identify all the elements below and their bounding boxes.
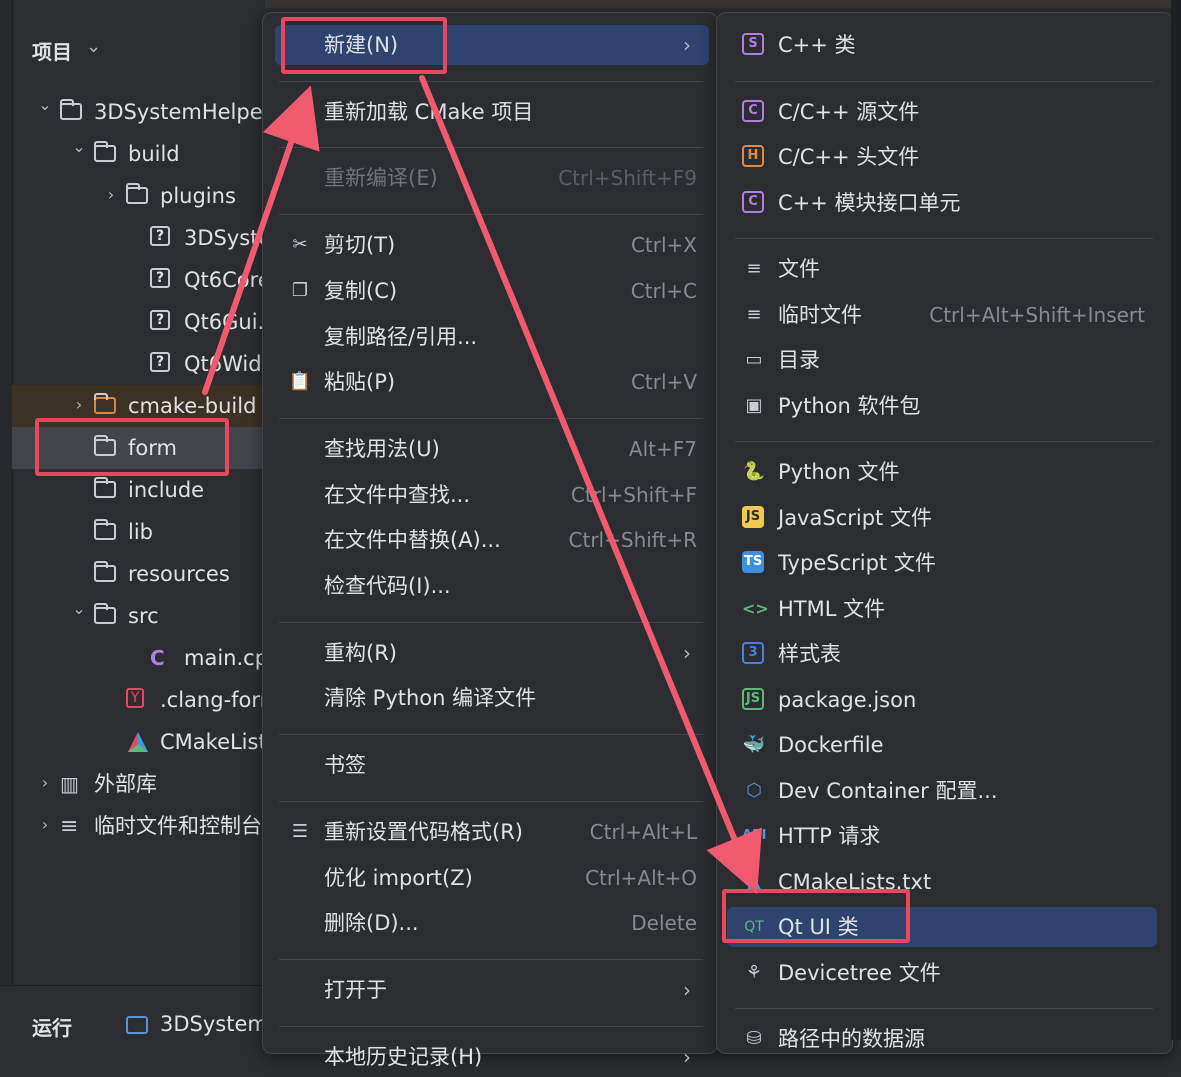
menu-item-label: 本地历史记录(H) (324, 1044, 483, 1069)
arrow-form-to-new (202, 85, 320, 395)
menu-item[interactable]: 本地历史记录(H) › (275, 1037, 709, 1077)
arrow-new-to-qt-ui (419, 75, 763, 895)
chevron-right-icon: › (683, 1044, 691, 1069)
annotation-arrows (202, 75, 763, 895)
